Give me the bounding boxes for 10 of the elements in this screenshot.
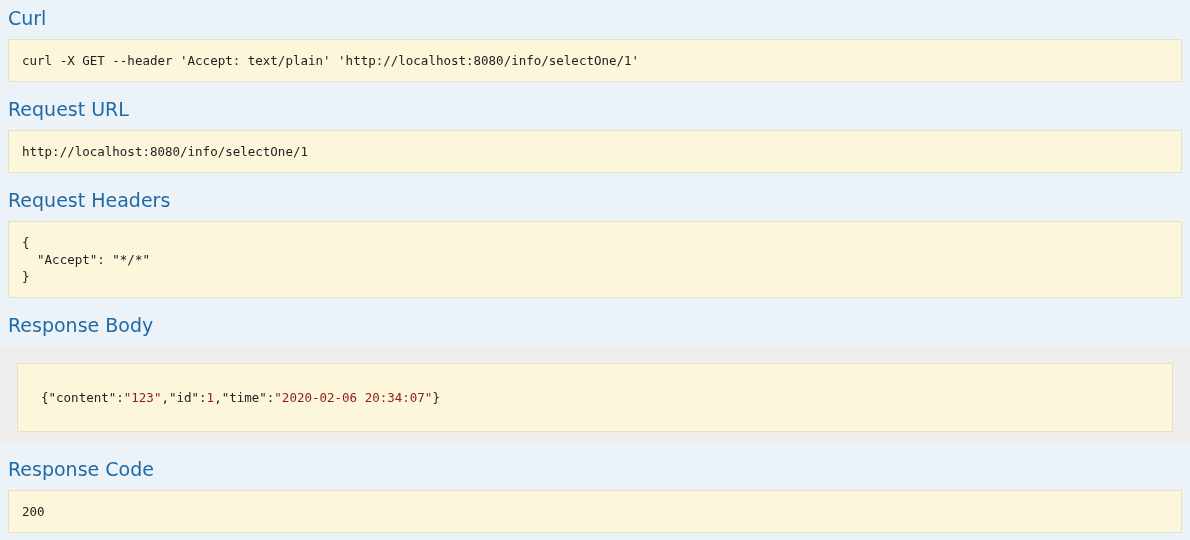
code-block: { "Accept": "*/*" } <box>8 221 1182 298</box>
code-block: http://localhost:8080/info/selectOne/1 <box>8 130 1182 173</box>
section-heading: Curl <box>8 6 47 31</box>
section-heading: Response Body <box>8 313 154 338</box>
section-heading: Response Code <box>8 457 154 482</box>
code-block: curl -X GET --header 'Accept: text/plain' 'http://localhost:8080/info/selectOne/1' <box>8 39 1182 82</box>
section-heading: Request Headers <box>8 188 171 213</box>
response-body-code: {"content":"123","id":1,"time":"2020-02-06 20:34:07"} <box>17 363 1173 432</box>
code-block: 200 <box>8 490 1182 533</box>
section-heading: Request URL <box>8 97 129 122</box>
